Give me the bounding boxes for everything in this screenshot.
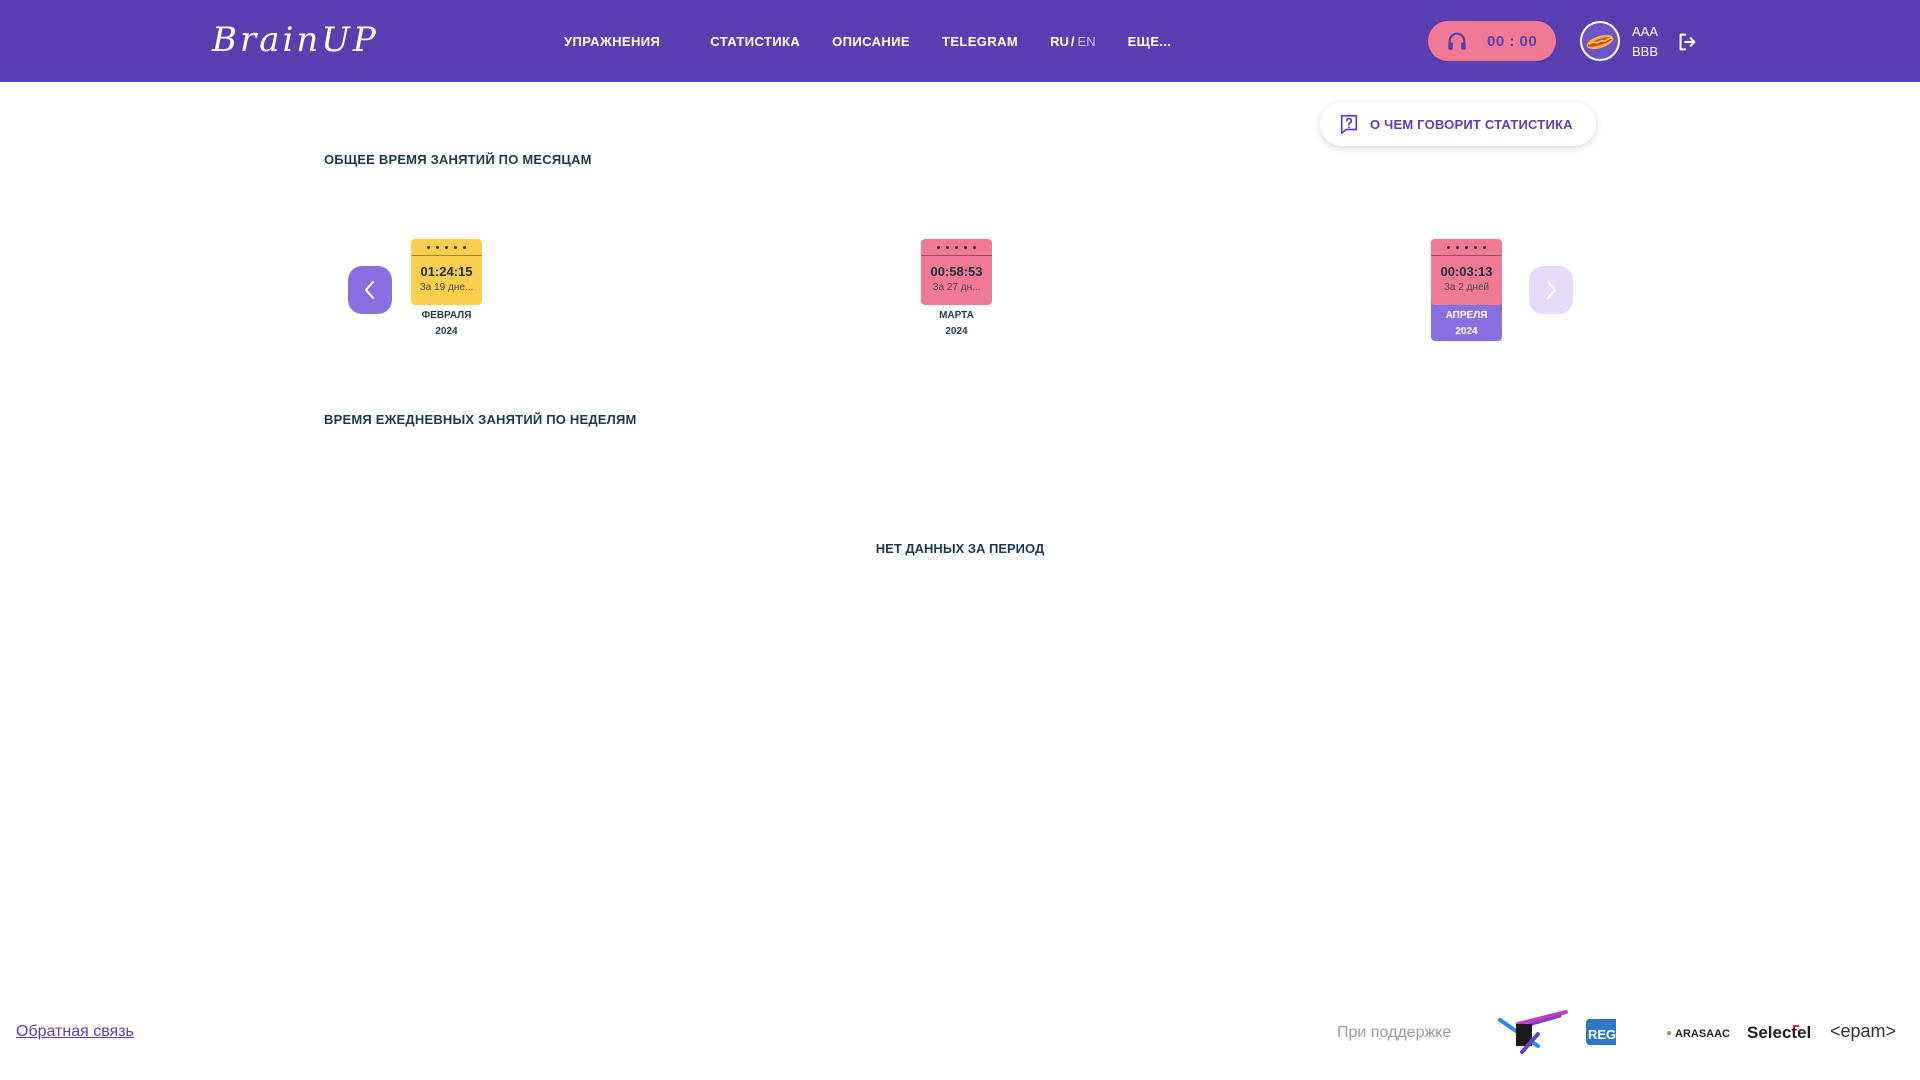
svg-text:ARASAAC: ARASAAC: [1675, 1028, 1730, 1040]
headphones-icon: [1448, 32, 1466, 50]
monthly-section-title: ОБЩЕЕ ВРЕМЯ ЗАНЯТИЙ ПО МЕСЯЦАМ: [324, 152, 592, 167]
month-days: За 19 дне...: [419, 282, 474, 293]
month-card-march[interactable]: 00:58:53 За 27 дн... МАРТА 2024: [921, 239, 992, 340]
svg-text:Selectel: Selectel: [1747, 1023, 1811, 1042]
main-nav: УПРАЖНЕНИЯ СТАТИСТИКА ОПИСАНИЕ TELEGRAM …: [564, 0, 1203, 82]
weekly-section-title: ВРЕМЯ ЕЖЕДНЕВНЫХ ЗАНЯТИЙ ПО НЕДЕЛЯМ: [324, 412, 637, 427]
nav-exercises[interactable]: УПРАЖНЕНИЯ: [564, 34, 660, 49]
chevron-left-icon: [365, 281, 374, 299]
svg-text:<epam>: <epam>: [1830, 1021, 1896, 1041]
month-card-body: 00:58:53 За 27 дн...: [921, 239, 992, 305]
nav-more[interactable]: ЕЩЕ...: [1128, 34, 1172, 49]
language-switcher: RU / EN: [1050, 34, 1095, 49]
lang-separator: /: [1070, 33, 1075, 49]
month-days: За 2 дней: [1443, 282, 1490, 293]
help-button-label: О ЧЕМ ГОВОРИТ СТАТИСТИКА: [1370, 116, 1573, 132]
sponsor-selectel-logo[interactable]: Selectel: [1745, 1010, 1821, 1054]
svg-text:REG.RU: REG.RU: [1588, 1027, 1639, 1042]
nav-description[interactable]: ОПИСАНИЕ: [832, 34, 910, 49]
feedback-link[interactable]: Обратная связь: [16, 1023, 134, 1041]
user-names: AAA BBB: [1632, 22, 1658, 62]
month-label: МАРТА 2024: [939, 310, 974, 337]
month-card-body: 00:03:13 За 2 дней: [1431, 239, 1502, 305]
logout-icon[interactable]: [1676, 31, 1698, 53]
timer-text: 00 : 00: [1487, 32, 1538, 50]
month-time: 01:24:15: [420, 264, 473, 279]
top-header: BrainUP УПРАЖНЕНИЯ СТАТИСТИКА ОПИСАНИЕ T…: [0, 0, 1920, 82]
month-card-april[interactable]: 00:03:13 За 2 дней АПРЕЛЯ 2024: [1431, 239, 1502, 341]
hotdog-avatar-icon: [1586, 34, 1614, 50]
sponsor-regru-logo[interactable]: REG.RU: [1582, 1010, 1642, 1054]
sponsor-fund-logo[interactable]: [1498, 1010, 1570, 1054]
regru-logo-icon: REG.RU: [1586, 1019, 1639, 1045]
epam-logo-icon: <epam>: [1830, 1021, 1896, 1041]
user-second-name: BBB: [1632, 44, 1659, 59]
chevron-right-icon: [1547, 281, 1556, 299]
month-label: ФЕВРАЛЯ 2024: [421, 310, 472, 337]
question-icon: [1340, 114, 1358, 134]
month-card-body: 01:24:15 За 19 дне...: [411, 239, 482, 305]
brainup-logo[interactable]: BrainUP: [212, 20, 379, 60]
next-period-button[interactable]: [1529, 266, 1573, 314]
month-days: За 27 дн...: [932, 282, 981, 293]
no-data-message: НЕТ ДАННЫХ ЗА ПЕРИОД: [875, 541, 1045, 556]
support-label: При поддержке: [1337, 1024, 1452, 1041]
sponsor-arasaac-logo[interactable]: ARASAAC: [1665, 1010, 1735, 1054]
month-time: 00:58:53: [930, 264, 983, 279]
month-label: АПРЕЛЯ 2024: [1445, 310, 1488, 337]
lang-ru[interactable]: RU: [1050, 34, 1069, 49]
user-first-name: AAA: [1632, 24, 1659, 39]
lang-en[interactable]: EN: [1078, 34, 1096, 49]
statistics-help-button[interactable]: О ЧЕМ ГОВОРИТ СТАТИСТИКА: [1320, 102, 1596, 146]
avatar[interactable]: [1580, 21, 1620, 61]
nav-statistics[interactable]: СТАТИСТИКА: [710, 34, 800, 49]
month-card-february[interactable]: 01:24:15 За 19 дне... ФЕВРАЛЯ 2024: [411, 239, 482, 340]
audio-timer-button[interactable]: 00 : 00: [1428, 21, 1556, 61]
nav-telegram[interactable]: TELEGRAM: [942, 34, 1018, 49]
sponsor-epam-logo[interactable]: <epam>: [1830, 1010, 1898, 1054]
fund-logo-icon: [1498, 1010, 1568, 1054]
arasaac-logo-icon: ARASAAC: [1667, 1028, 1730, 1040]
selectel-logo-icon: Selectel: [1747, 1023, 1811, 1042]
prev-period-button[interactable]: [348, 266, 392, 314]
month-time: 00:03:13: [1440, 264, 1493, 279]
